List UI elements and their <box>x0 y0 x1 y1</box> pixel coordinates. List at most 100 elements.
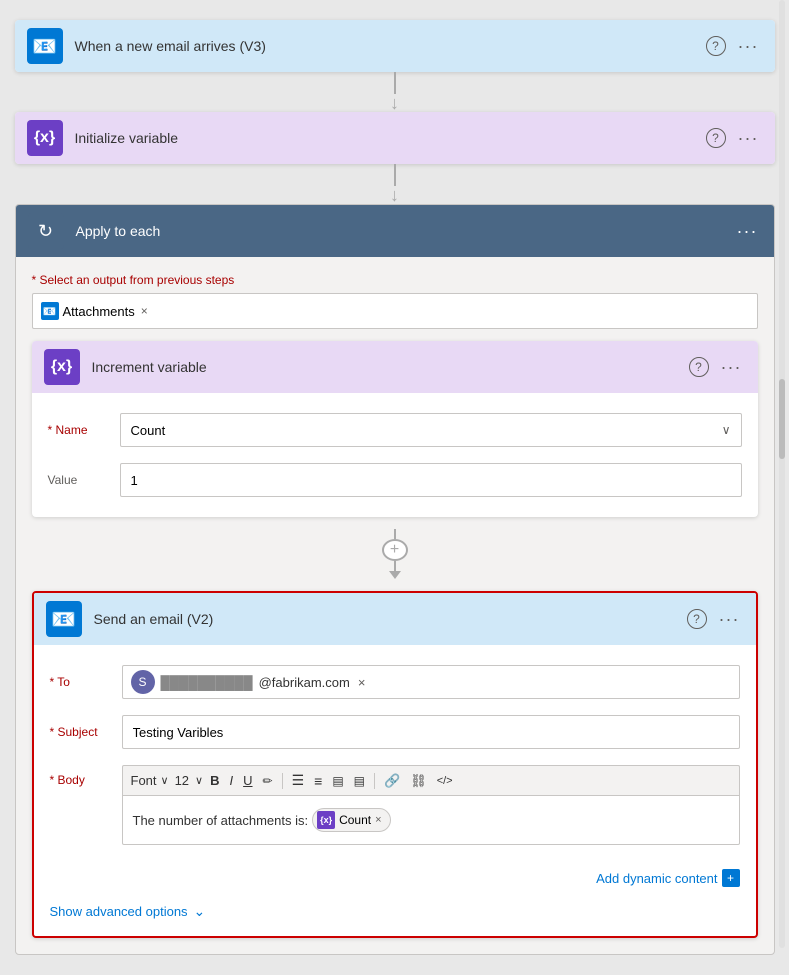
apply-to-each-body: * Select an output from previous steps 📧… <box>16 257 774 954</box>
count-var-icon: {x} <box>317 811 335 829</box>
font-size-arrow: ∨ <box>195 774 203 787</box>
value-row: Value <box>48 455 742 505</box>
add-dynamic-content-btn[interactable]: Add dynamic content + <box>596 869 739 887</box>
to-email: ██████████ <box>161 675 253 690</box>
scrollbar-thumb[interactable] <box>779 379 785 459</box>
body-label: * Body <box>50 765 110 787</box>
scrollbar-track <box>779 0 785 948</box>
step-send-email-body: * To S ██████████ @fabrikam.com × * Subj… <box>34 645 756 865</box>
value-input[interactable] <box>120 463 742 497</box>
help-icon-send[interactable]: ? <box>687 609 707 629</box>
align-left-btn[interactable]: ▤ <box>329 772 346 790</box>
step-email-trigger: 📧 When a new email arrives (V3) ? ··· <box>15 20 775 72</box>
numbered-btn[interactable]: ≡ <box>311 771 325 791</box>
arrow-down-triangle <box>389 571 401 579</box>
step-email-trigger-actions: ? ··· <box>706 34 763 59</box>
step-send-email-title: Send an email (V2) <box>94 611 675 627</box>
attachments-tag: 📧 Attachments × <box>41 302 150 320</box>
step-init-variable-actions: ? ··· <box>706 126 763 151</box>
outlook-tag-icon: 📧 <box>41 302 59 320</box>
name-row: * Name Count ∨ <box>48 405 742 455</box>
add-line-top <box>394 529 396 539</box>
step-send-email-header: 📧 Send an email (V2) ? ··· <box>34 593 756 645</box>
attachments-tag-close[interactable]: × <box>139 304 150 318</box>
more-options-apply[interactable]: ··· <box>733 219 762 244</box>
unlink-btn[interactable]: ⛓ <box>407 771 430 791</box>
more-options-step1[interactable]: ··· <box>734 34 763 59</box>
step-increment-title: Increment variable <box>92 359 677 375</box>
body-text: The number of attachments is: <box>133 813 309 828</box>
bold-btn[interactable]: B <box>207 771 222 790</box>
name-chevron: ∨ <box>722 423 731 437</box>
step-init-variable-title: Initialize variable <box>75 130 694 146</box>
arrow-2: ↓ <box>390 186 399 204</box>
step-send-email-actions: ? ··· <box>687 607 744 632</box>
help-icon-increment[interactable]: ? <box>689 357 709 377</box>
dynamic-icon: + <box>722 869 740 887</box>
code-btn[interactable]: </> <box>434 773 456 789</box>
apply-to-each-header: ↻ Apply to each ··· <box>16 205 774 257</box>
add-dynamic-label: Add dynamic content <box>596 871 717 886</box>
select-output-section: * Select an output from previous steps 📧… <box>32 273 758 329</box>
add-line-bottom <box>394 561 396 571</box>
to-avatar: S <box>131 670 155 694</box>
step-increment-header: {x} Increment variable ? ··· <box>32 341 758 393</box>
show-advanced-btn[interactable]: Show advanced options ⌄ <box>50 903 206 920</box>
count-var-close[interactable]: × <box>375 814 381 826</box>
step-apply-to-each: ↻ Apply to each ··· * Select an output f… <box>15 204 775 955</box>
underline-btn[interactable]: U <box>240 771 255 790</box>
name-field[interactable]: Count ∨ <box>120 413 742 447</box>
attachments-tag-label: Attachments <box>63 304 135 319</box>
name-label: * Name <box>48 423 108 437</box>
advanced-options-row: Show advanced options ⌄ <box>34 895 756 936</box>
connector-1: ↓ <box>390 72 399 112</box>
to-row: * To S ██████████ @fabrikam.com × <box>50 657 740 707</box>
help-icon-step2[interactable]: ? <box>706 128 726 148</box>
to-email-domain: @fabrikam.com <box>259 675 350 690</box>
toolbar-arrow: ∨ <box>161 774 169 787</box>
subject-input[interactable] <box>122 715 740 749</box>
step-increment-variable: {x} Increment variable ? ··· * Name Coun… <box>32 341 758 517</box>
name-value: Count <box>131 423 166 438</box>
add-connector-inner: + <box>32 529 758 579</box>
step-increment-actions: ? ··· <box>689 355 746 380</box>
body-content[interactable]: The number of attachments is: {x} Count … <box>122 795 740 845</box>
link-btn[interactable]: 🔗 <box>381 771 403 791</box>
select-output-label: * Select an output from previous steps <box>32 273 758 287</box>
align-right-btn[interactable]: ▤ <box>351 772 368 790</box>
dynamic-content-row: Add dynamic content + <box>34 865 756 895</box>
step-increment-body: * Name Count ∨ Value <box>32 393 758 517</box>
more-options-step2[interactable]: ··· <box>734 126 763 151</box>
body-row: * Body Font ∨ 12 ∨ B I U ✏ <box>50 757 740 853</box>
italic-btn[interactable]: I <box>227 771 237 790</box>
toolbar-divider-2 <box>374 773 375 789</box>
subject-row: * Subject <box>50 707 740 757</box>
variable-icon-1: {x} <box>27 120 63 156</box>
step-init-variable-header: {x} Initialize variable ? ··· <box>15 112 775 164</box>
connector-2: ↓ <box>390 164 399 204</box>
apply-to-each-title: Apply to each <box>76 223 721 239</box>
pencil-btn[interactable]: ✏ <box>260 772 276 790</box>
subject-label: * Subject <box>50 725 110 739</box>
more-options-increment[interactable]: ··· <box>717 355 746 380</box>
font-select[interactable]: Font <box>131 773 157 788</box>
help-icon-step1[interactable]: ? <box>706 36 726 56</box>
value-label: Value <box>48 473 108 487</box>
count-var-label: Count <box>339 813 371 827</box>
arrow-1: ↓ <box>390 94 399 112</box>
more-options-send[interactable]: ··· <box>715 607 744 632</box>
to-email-close[interactable]: × <box>358 675 366 690</box>
add-step-button[interactable]: + <box>382 539 408 561</box>
select-output-input[interactable]: 📧 Attachments × <box>32 293 758 329</box>
body-toolbar: Font ∨ 12 ∨ B I U ✏ ☰ ≡ <box>122 765 740 795</box>
font-size[interactable]: 12 <box>173 773 191 788</box>
body-editor: Font ∨ 12 ∨ B I U ✏ ☰ ≡ <box>122 765 740 845</box>
to-input[interactable]: S ██████████ @fabrikam.com × <box>122 665 740 699</box>
bullet-btn[interactable]: ☰ <box>289 770 308 791</box>
variable-icon-2: {x} <box>44 349 80 385</box>
outlook-icon: 📧 <box>27 28 63 64</box>
connector-line-2 <box>394 164 396 186</box>
advanced-label: Show advanced options <box>50 904 188 919</box>
step-init-variable: {x} Initialize variable ? ··· <box>15 112 775 164</box>
apply-icon: ↻ <box>28 213 64 249</box>
